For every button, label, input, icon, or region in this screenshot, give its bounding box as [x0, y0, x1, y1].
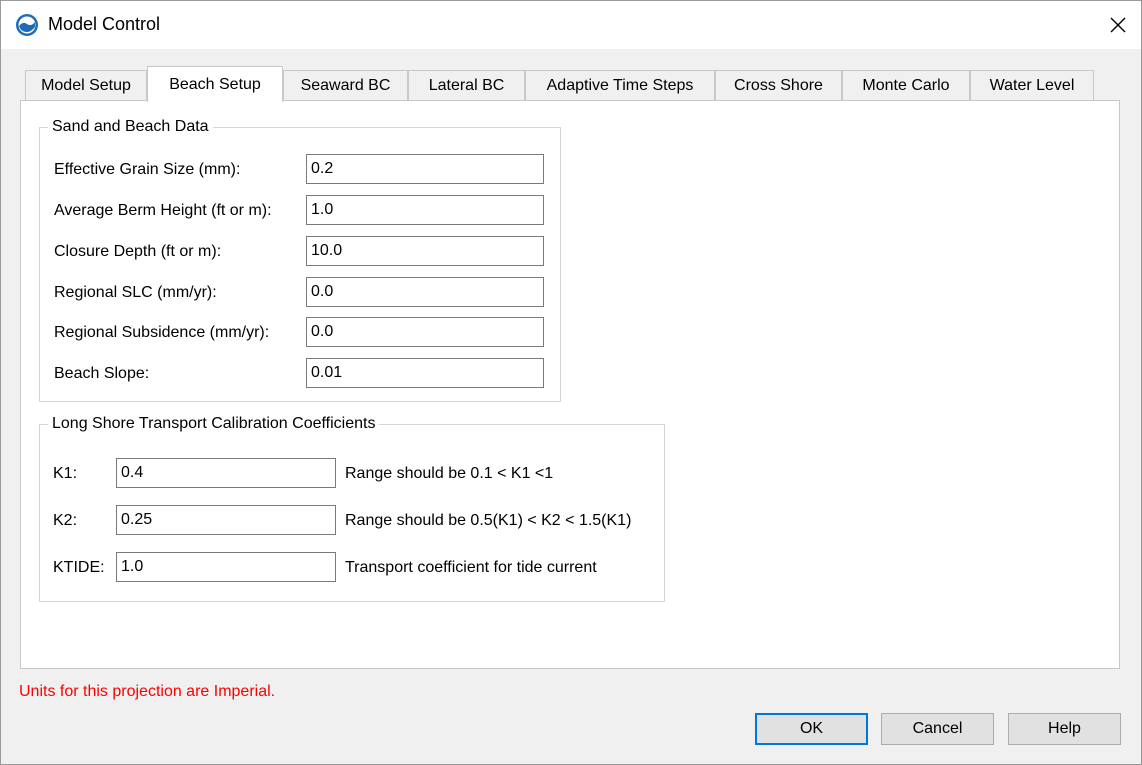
ktide-hint: Transport coefficient for tide current [345, 559, 597, 576]
tab-monte-carlo[interactable]: Monte Carlo [842, 70, 970, 101]
k1-label: K1: [53, 465, 78, 482]
tab-seaward-bc[interactable]: Seaward BC [283, 70, 408, 101]
cancel-button[interactable]: Cancel [881, 713, 994, 745]
k1-range-hint: Range should be 0.1 < K1 <1 [345, 465, 554, 482]
tab-water-level[interactable]: Water Level [970, 70, 1094, 101]
ktide-input[interactable] [116, 552, 336, 582]
beach-slope-label: Beach Slope: [54, 365, 150, 382]
sand-beach-group-title: Sand and Beach Data [48, 118, 213, 136]
app-logo-icon [16, 14, 38, 36]
beach-setup-panel: Sand and Beach Data Effective Grain Size… [20, 100, 1120, 669]
close-icon [1110, 17, 1126, 33]
k1-input[interactable] [116, 458, 336, 488]
close-button[interactable] [1095, 1, 1141, 49]
regional-slc-input[interactable] [306, 277, 544, 307]
help-button[interactable]: Help [1008, 713, 1121, 745]
title-bar: Model Control [1, 1, 1141, 49]
regional-subsidence-label: Regional Subsidence (mm/yr): [54, 324, 270, 341]
tab-cross-shore[interactable]: Cross Shore [715, 70, 842, 101]
units-status-message: Units for this projection are Imperial. [19, 683, 276, 700]
ktide-label: KTIDE: [53, 559, 105, 576]
longshore-group: Long Shore Transport Calibration Coeffic… [39, 415, 665, 602]
grain-size-input[interactable] [306, 154, 544, 184]
tab-model-setup[interactable]: Model Setup [25, 70, 147, 101]
k2-label: K2: [53, 512, 78, 529]
grain-size-label: Effective Grain Size (mm): [54, 161, 241, 178]
beach-slope-input[interactable] [306, 358, 544, 388]
tab-beach-setup[interactable]: Beach Setup [147, 66, 283, 102]
regional-slc-label: Regional SLC (mm/yr): [54, 284, 217, 301]
berm-height-label: Average Berm Height (ft or m): [54, 202, 272, 219]
berm-height-input[interactable] [306, 195, 544, 225]
tab-adaptive-time-steps[interactable]: Adaptive Time Steps [525, 70, 715, 101]
tab-lateral-bc[interactable]: Lateral BC [408, 70, 525, 101]
sand-beach-group: Sand and Beach Data Effective Grain Size… [39, 118, 561, 402]
regional-subsidence-input[interactable] [306, 317, 544, 347]
k2-range-hint: Range should be 0.5(K1) < K2 < 1.5(K1) [345, 512, 632, 529]
model-control-dialog: Model Control Model Setup Beach Setup Se… [0, 0, 1142, 765]
longshore-group-title: Long Shore Transport Calibration Coeffic… [48, 415, 380, 433]
ok-button[interactable]: OK [755, 713, 868, 745]
closure-depth-label: Closure Depth (ft or m): [54, 243, 222, 260]
closure-depth-input[interactable] [306, 236, 544, 266]
window-title: Model Control [48, 14, 161, 34]
k2-input[interactable] [116, 505, 336, 535]
